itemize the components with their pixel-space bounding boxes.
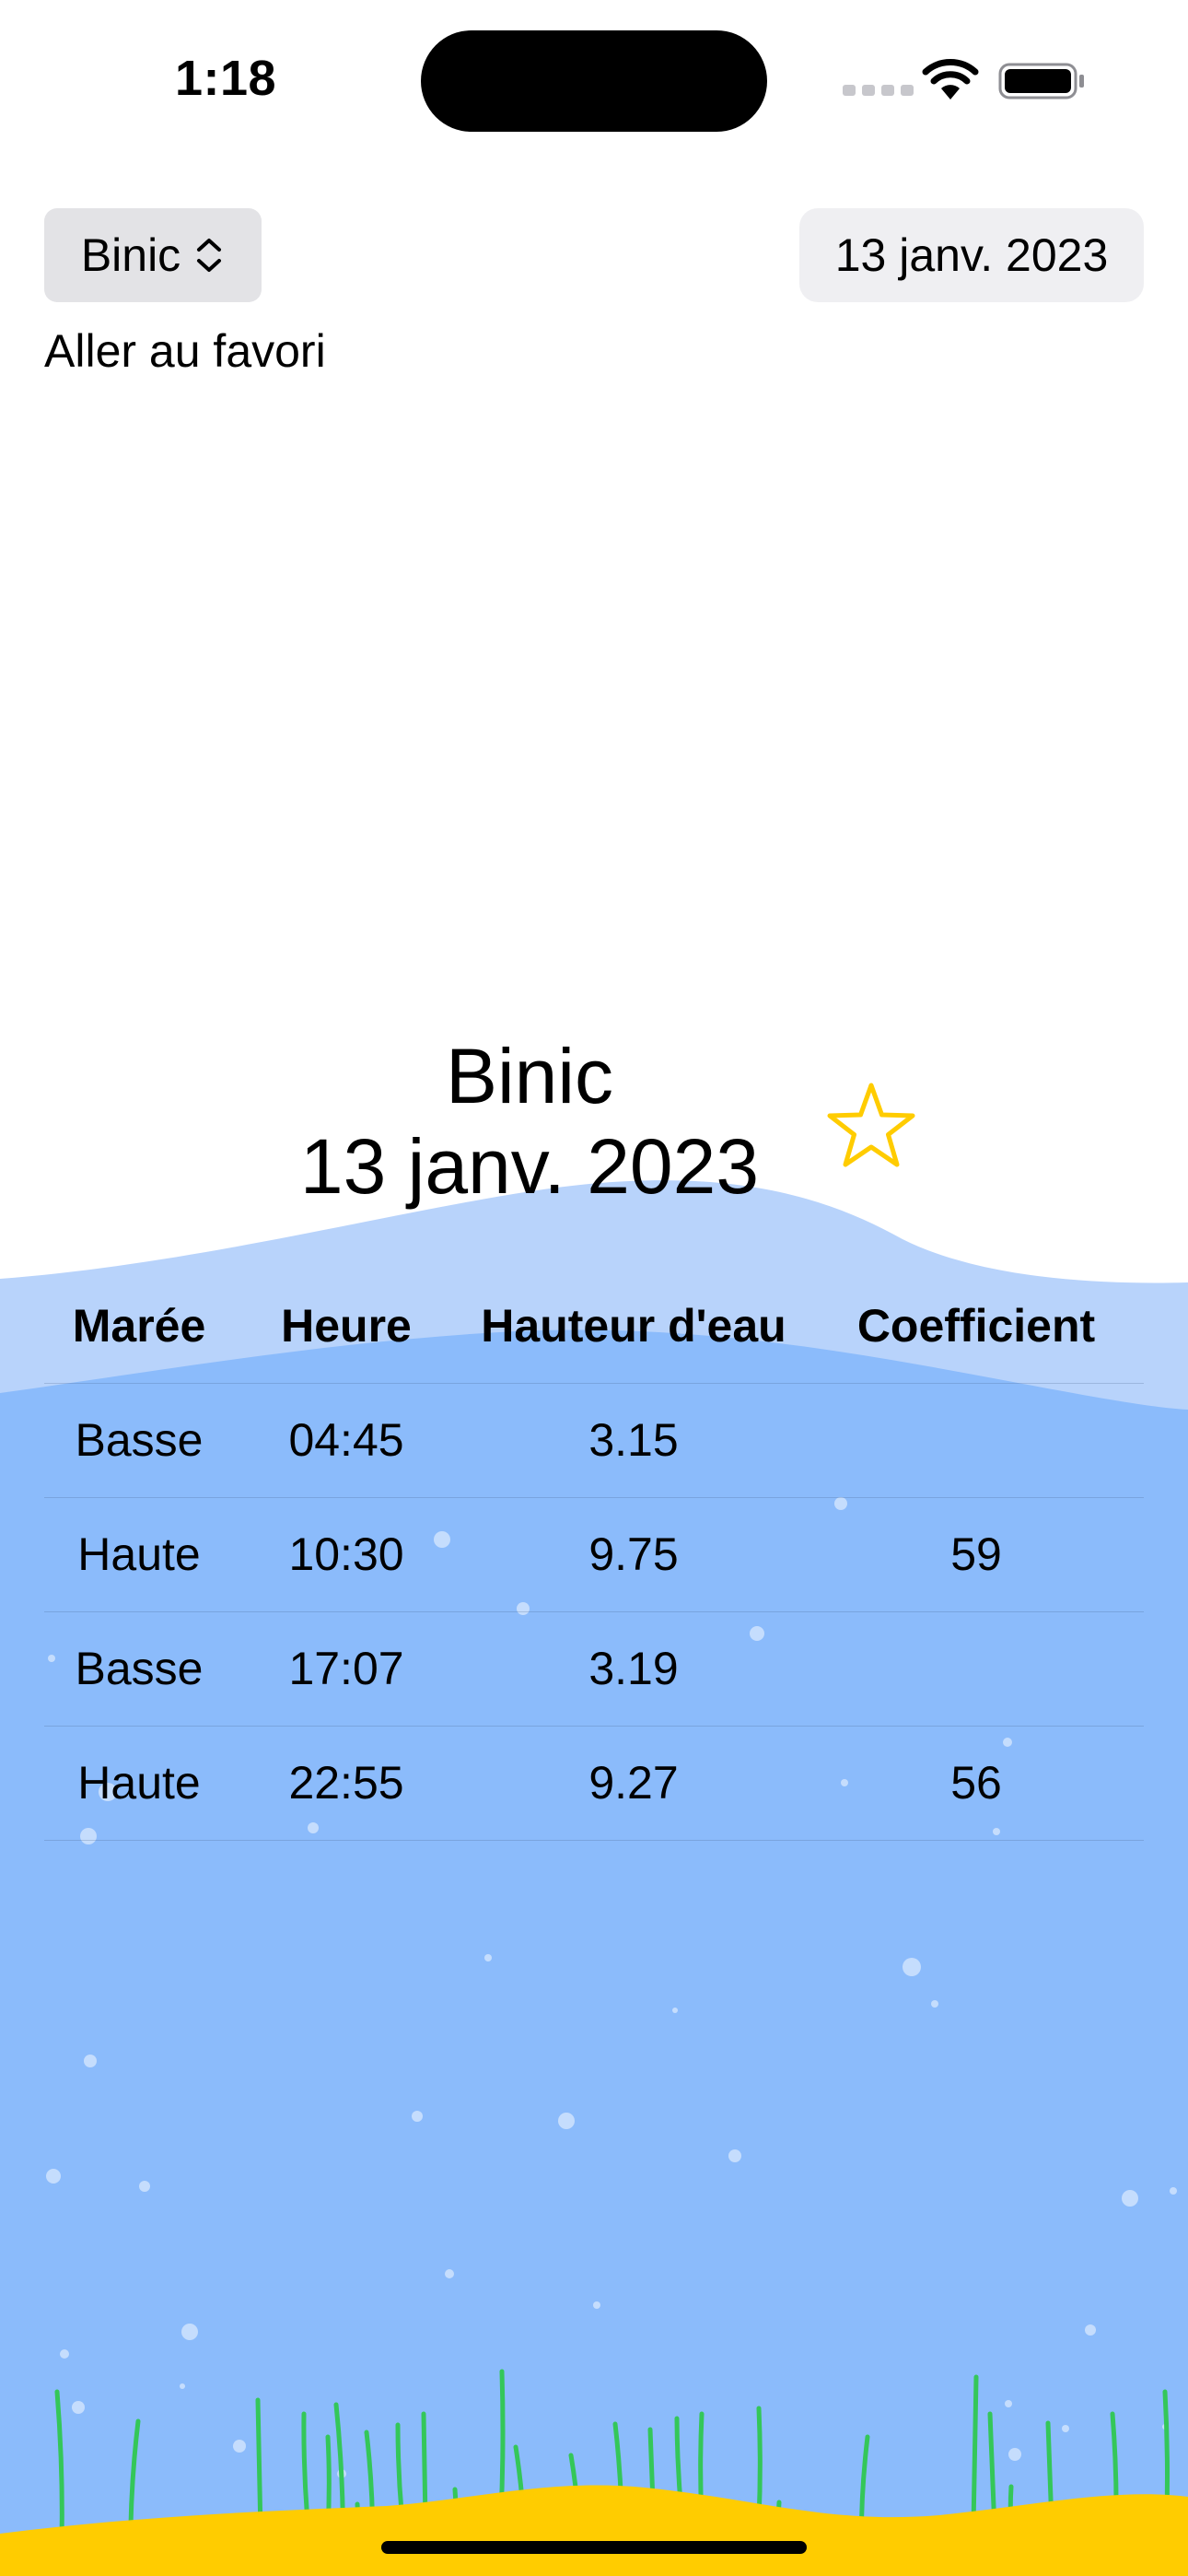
header-tide: Marée xyxy=(72,1300,206,1352)
cellular-signal-icon xyxy=(843,85,914,96)
tide-type-cell: Haute xyxy=(77,1757,201,1809)
table-row: Haute 22:55 9.27 56 xyxy=(44,1727,1144,1841)
wifi-icon xyxy=(922,59,979,100)
chevron-up-down-icon xyxy=(197,239,222,272)
header-coefficient: Coefficient xyxy=(856,1300,1096,1352)
location-picker[interactable]: Binic xyxy=(44,208,262,302)
coefficient-cell: 59 xyxy=(950,1528,1002,1580)
star-outline-icon[interactable] xyxy=(823,1080,919,1172)
tide-type-cell: Basse xyxy=(75,1414,204,1466)
height-cell: 9.75 xyxy=(588,1528,679,1580)
home-indicator xyxy=(381,2541,807,2554)
header-water-height: Hauteur d'eau xyxy=(481,1300,786,1352)
tide-type-cell: Basse xyxy=(75,1643,204,1694)
tide-table: Marée Heure Hauteur d'eau Coefficient Ba… xyxy=(44,1270,1144,1841)
coefficient-cell xyxy=(809,1612,1144,1726)
coefficient-cell: 56 xyxy=(950,1757,1002,1809)
tide-type-cell: Haute xyxy=(77,1528,201,1580)
table-header-row: Marée Heure Hauteur d'eau Coefficient xyxy=(44,1270,1144,1384)
dynamic-island xyxy=(421,30,767,132)
battery-icon xyxy=(998,63,1084,100)
table-row: Basse 17:07 3.19 xyxy=(44,1612,1144,1727)
date-picker-button[interactable]: 13 janv. 2023 xyxy=(799,208,1144,302)
table-row: Haute 10:30 9.75 59 xyxy=(44,1498,1144,1612)
time-cell: 22:55 xyxy=(288,1757,404,1809)
height-cell: 3.19 xyxy=(588,1643,679,1694)
coefficient-cell xyxy=(809,1384,1144,1497)
location-picker-label: Binic xyxy=(80,229,181,281)
height-cell: 3.15 xyxy=(588,1414,679,1466)
app-screen: 1:18 Binic 13 janv. 2023 Aller au favori… xyxy=(0,0,1188,2576)
time-cell: 10:30 xyxy=(288,1528,404,1580)
time-cell: 04:45 xyxy=(288,1414,404,1466)
height-cell: 9.27 xyxy=(588,1757,679,1809)
table-row: Basse 04:45 3.15 xyxy=(44,1384,1144,1498)
header-time: Heure xyxy=(281,1300,412,1352)
go-to-favorite-link[interactable]: Aller au favori xyxy=(44,324,326,378)
time-cell: 17:07 xyxy=(288,1643,404,1694)
status-time: 1:18 xyxy=(175,51,277,106)
